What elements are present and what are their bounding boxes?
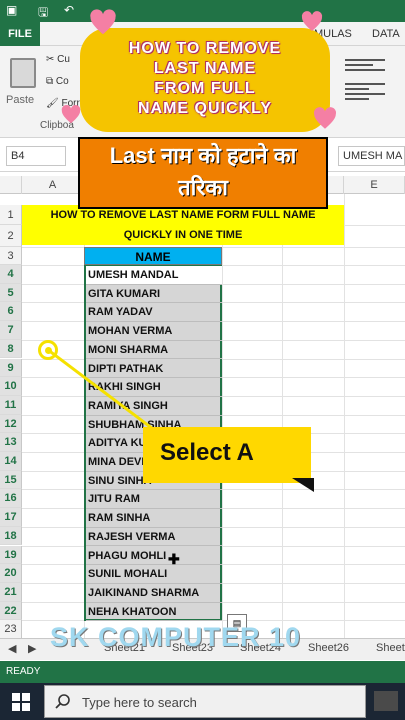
row-header[interactable]: 6 [0,302,22,322]
row-header[interactable]: 4 [0,265,22,284]
status-ready: READY [6,666,41,677]
cut-label: Cu [57,54,70,65]
select-all-corner[interactable] [0,176,22,194]
name-cell[interactable]: JITU RAM [86,490,222,510]
sheet-tab-26[interactable]: Sheet26 [308,642,349,654]
cut-button[interactable]: ✂ Cu [46,54,70,65]
video-title-line: FROM FULL [154,80,256,97]
column-header-e[interactable]: E [344,176,405,194]
callout-tail-icon [292,478,314,492]
row-header[interactable]: 11 [0,395,22,415]
excel-logo-icon: ▣ [6,3,18,17]
row-header[interactable]: 9 [0,358,22,378]
row-header[interactable]: 20 [0,564,22,583]
alignment-group [345,56,400,103]
row-header[interactable]: 5 [0,283,22,303]
name-column-header[interactable]: NAME [84,247,222,265]
align-top-icon[interactable] [345,59,385,71]
paste-button[interactable]: Paste [6,54,40,114]
row-header[interactable]: 8 [0,339,22,359]
sheet-tab-next[interactable]: Sheet [376,642,405,654]
paste-label: Paste [6,94,35,106]
name-cell[interactable]: SUNIL MOHALI [86,565,222,584]
clipboard-icon [10,58,36,88]
row-header[interactable]: 13 [0,433,22,452]
name-cell[interactable]: RAJESH VERMA [86,528,222,547]
row-header[interactable]: 22 [0,601,22,621]
select-all-callout-text: Select A [160,439,254,466]
tab-file[interactable]: FILE [0,22,40,46]
name-cell[interactable]: DIPTI PATHAK [86,360,222,379]
gridline [222,194,223,640]
row-header[interactable]: 1 [0,205,22,225]
gridline [344,194,345,640]
name-cell[interactable]: NEHA KHATOON [86,603,222,622]
row-header[interactable]: 15 [0,470,22,490]
tab-data[interactable]: DATA [372,22,400,46]
status-bar: READY [0,661,405,683]
row-header[interactable]: 19 [0,545,22,565]
sheet-scroll-left-icon[interactable]: ◀ [8,642,16,655]
name-cell[interactable]: MONI SHARMA [86,341,222,360]
row-header[interactable]: 18 [0,526,22,546]
copy-label: Co [55,76,69,87]
hindi-caption-line-1: Last नाम को हटाने का [109,143,297,168]
name-cell[interactable]: PHAGU MOHLI [86,547,222,566]
taskbar-app-icon[interactable] [374,691,398,711]
name-box[interactable]: B4 [6,146,66,166]
heart-icon [90,9,116,35]
name-cell[interactable]: UMESH MANDAL [86,266,222,285]
gridline [282,194,283,640]
excel-window: ▣ 🖫 ↶ FILE MULAS DATA Paste ✂ Cu ⧉ Co 🖌 … [0,0,405,720]
search-icon [55,694,70,709]
name-cell[interactable]: RAM YADAV [86,303,222,323]
name-cell[interactable]: GITA KUMARI [86,285,222,304]
windows-start-icon[interactable] [12,693,30,711]
row-header[interactable]: 16 [0,489,22,509]
sheet-title-line-1: HOW TO REMOVE LAST NAME FORM FULL NAME [50,209,316,221]
row-header[interactable]: 23 [0,620,22,639]
name-cell[interactable]: MOHAN VERMA [86,322,222,341]
row-header[interactable]: 12 [0,414,22,434]
row-header[interactable]: 14 [0,452,22,471]
title-bar: ▣ 🖫 ↶ [0,0,405,22]
row-header[interactable]: 10 [0,377,22,396]
row-header[interactable]: 17 [0,508,22,527]
windows-taskbar: Type here to search [0,683,405,720]
column-header-a[interactable]: A [22,176,84,194]
pointer-dot-icon [38,340,58,360]
undo-icon[interactable]: ↶ [64,3,74,17]
video-title-line: NAME QUICKLY [137,100,273,117]
row-header[interactable]: 3 [0,247,22,265]
heart-icon [314,107,337,129]
copy-button[interactable]: ⧉ Co [46,76,69,87]
name-cell[interactable]: RAMIYA SINGH [86,397,222,416]
heart-icon [301,11,323,31]
channel-watermark: SK COMPUTER 10 [50,622,302,652]
save-icon[interactable]: 🖫 [38,3,48,24]
taskbar-search-placeholder: Type here to search [82,695,197,710]
video-title-line: LAST NAME [153,60,257,77]
video-title-line: HOW TO REMOVE [128,40,282,57]
align-left-icon[interactable] [345,83,385,100]
formula-input[interactable]: UMESH MA [338,146,405,166]
name-cell[interactable]: RAM SINHA [86,509,222,528]
row-header[interactable]: 7 [0,321,22,340]
sheet-scroll-right-icon[interactable]: ▶ [28,642,36,655]
name-cell[interactable]: JAIKINAND SHARMA [86,584,222,603]
row-header[interactable]: 21 [0,582,22,602]
heart-icon [61,105,81,124]
cell-cursor-icon: ✚ [168,551,180,567]
sheet-title-line-2: QUICKLY IN ONE TIME [123,229,243,241]
hindi-caption-line-2: तरिका [178,175,228,200]
row-header[interactable]: 2 [0,225,22,247]
